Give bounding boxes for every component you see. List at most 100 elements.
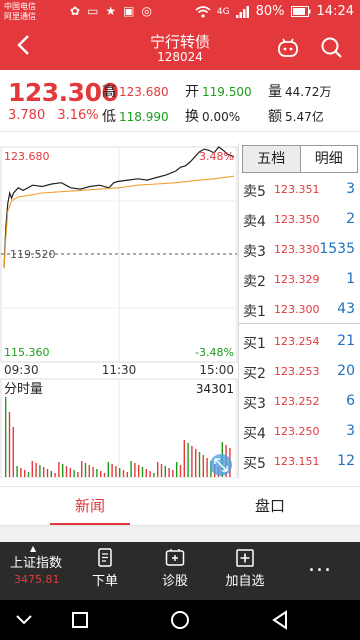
ask-volume: 1	[346, 271, 355, 287]
recents-button[interactable]	[68, 608, 92, 632]
ask-volume: 1535	[319, 241, 355, 257]
volume-bar	[77, 472, 79, 477]
change-percent: 3.16%	[57, 108, 99, 123]
volume-bar	[5, 397, 7, 477]
home-button[interactable]	[168, 608, 192, 632]
quote-header: 123.300 3.780 3.16% 高 123.680 开 119.500 量4…	[0, 70, 360, 132]
y-mid-label: 119.520	[10, 248, 56, 261]
add-box-icon	[236, 549, 254, 567]
volume-bars	[5, 397, 231, 477]
tab-five-levels[interactable]: 五档	[243, 146, 301, 172]
volume-bar	[96, 469, 98, 477]
section-divider	[0, 526, 360, 542]
volume-bar	[187, 443, 189, 477]
search-button[interactable]	[320, 36, 344, 60]
book-divider	[239, 323, 360, 324]
ask-row-5: 卖5 123.351 3	[239, 174, 360, 204]
intraday-chart[interactable]: 123.680 3.48% 119.520 115.360 -3.48% 09:…	[0, 143, 238, 478]
star-icon: ★	[105, 4, 124, 18]
bid-volume: 3	[346, 423, 355, 439]
page-title: 宁行转债	[149, 33, 210, 51]
robot-assistant-button[interactable]	[276, 37, 300, 59]
high-value: 123.680	[119, 85, 169, 99]
y-bottom-label: 115.360	[4, 346, 50, 359]
volume-bar	[176, 462, 178, 477]
volume-bar	[111, 464, 113, 477]
diagnose-label: 诊股	[161, 574, 188, 589]
chart-svg: 123.680 3.48% 119.520 115.360 -3.48% 09:…	[0, 146, 238, 478]
tab-order-book[interactable]: 盘口	[180, 487, 360, 525]
ask-row-4: 卖4 123.350 2	[239, 204, 360, 234]
volume-bar	[100, 471, 102, 477]
ask-volume: 43	[337, 301, 355, 317]
security-code: 128024	[157, 50, 203, 64]
collapse-button[interactable]	[12, 608, 36, 632]
volume-bar	[92, 467, 94, 477]
volume-bar	[141, 467, 144, 477]
ask-volume: 3	[346, 181, 355, 197]
add-watchlist-button[interactable]: 加自选	[215, 548, 275, 589]
signal-icon	[235, 5, 250, 18]
change-amount: 3.780	[8, 108, 46, 123]
bid-price: 123.151	[274, 455, 320, 468]
volume-bar	[69, 468, 71, 477]
low-label: 低	[102, 109, 116, 125]
volume-bar	[20, 468, 22, 477]
bid-row-5: 买5 123.151 12	[239, 446, 360, 476]
more-button[interactable]: ...	[300, 554, 340, 584]
wifi-icon	[195, 5, 211, 18]
volume-bar	[103, 473, 106, 477]
amount-label: 额	[268, 109, 282, 125]
open-label: 开	[185, 84, 199, 100]
volume-bar	[39, 465, 41, 477]
volume-bar	[35, 463, 37, 477]
turnover-value: 0.00%	[202, 110, 241, 124]
open-stat: 开 119.500	[185, 81, 252, 101]
order-button[interactable]: 下单	[75, 548, 135, 589]
volume-bar	[54, 473, 56, 477]
expand-chart-button[interactable]	[210, 454, 232, 476]
document-icon	[98, 548, 112, 567]
ask-label: 卖5	[243, 184, 266, 200]
diagnose-button[interactable]: 诊股	[145, 548, 205, 589]
bid-label: 买2	[243, 366, 266, 382]
app-root: 中国电信 阿里通信 ✿▭★▣◎ 4G 80% 14:24 宁行转债 128024	[0, 0, 360, 640]
tab-details[interactable]: 明细	[301, 146, 358, 172]
circle-icon	[171, 611, 189, 629]
bid-row-4: 买4 123.250 3	[239, 416, 360, 446]
bid-volume: 6	[346, 393, 355, 409]
ask-label: 卖2	[243, 274, 266, 290]
volume-bar	[31, 461, 33, 477]
square-icon	[72, 612, 88, 628]
low-stat: 低 118.990	[102, 106, 169, 126]
volume-max: 34301	[196, 382, 234, 396]
volume-bar	[191, 446, 193, 477]
ask-volume: 2	[346, 211, 355, 227]
ask-price: 123.351	[274, 183, 320, 196]
volume-label: 量	[268, 84, 282, 100]
bottom-toolbar: ▲ 上证指数 3475.81 下单 诊股 加自选 ...	[0, 542, 360, 600]
volume-bar	[168, 468, 170, 477]
amount-stat: 额 5.47亿	[268, 106, 324, 126]
bid-label: 买4	[243, 426, 266, 442]
volume-bar	[84, 463, 87, 477]
battery-percent: 80%	[255, 4, 285, 19]
index-name: 上证指数	[10, 556, 63, 571]
network-type: 4G	[216, 6, 230, 17]
volume-bar	[122, 470, 125, 477]
system-back-button[interactable]	[268, 608, 292, 632]
message-icon: ▭	[87, 4, 106, 18]
chevron-down-icon	[16, 615, 32, 625]
tab-news[interactable]: 新闻	[0, 487, 180, 525]
notification-icons: ✿▭★▣◎	[70, 4, 159, 18]
volume-bar	[43, 467, 45, 477]
volume-bar	[62, 464, 64, 477]
bid-price: 123.250	[274, 425, 320, 438]
order-book: 五档 明细 卖5 123.351 3 卖4 123.350 2 卖3 123.3…	[238, 143, 360, 478]
ask-price: 123.330	[274, 243, 320, 256]
volume-bar	[119, 468, 121, 477]
ask-price: 123.329	[274, 273, 320, 286]
volume-bar	[50, 471, 52, 477]
volume-title: 分时量	[4, 382, 43, 397]
ask-price: 123.350	[274, 213, 320, 226]
